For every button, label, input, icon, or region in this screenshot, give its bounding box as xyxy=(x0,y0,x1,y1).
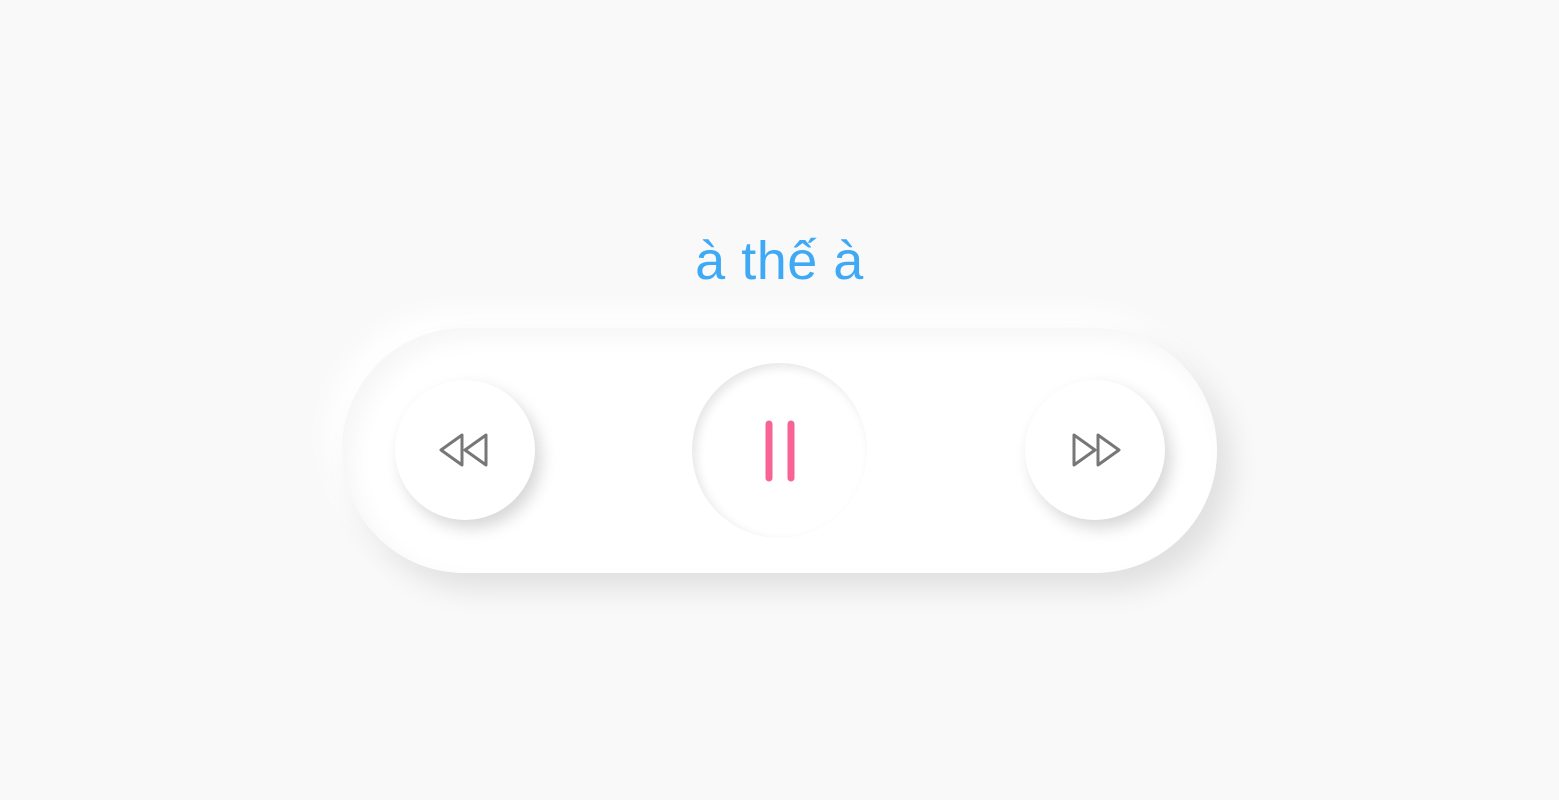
pause-button[interactable] xyxy=(692,363,867,538)
next-button[interactable] xyxy=(1025,380,1165,520)
fast-forward-icon xyxy=(1065,430,1125,470)
player-controls xyxy=(342,328,1217,573)
pause-icon xyxy=(760,419,800,483)
previous-button[interactable] xyxy=(395,380,535,520)
rewind-icon xyxy=(435,430,495,470)
track-title: à thế à xyxy=(695,231,864,291)
